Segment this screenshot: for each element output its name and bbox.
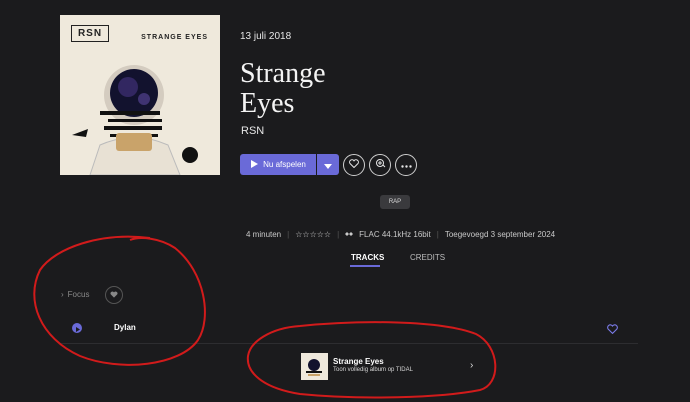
- chevron-right-icon: ›: [61, 290, 64, 299]
- album-title-line2: Eyes: [240, 88, 295, 119]
- album-title: Strange Eyes: [240, 59, 326, 119]
- chevron-right-icon: ›: [470, 360, 474, 371]
- tidal-album-title: Strange Eyes: [333, 357, 384, 366]
- date-added: Toegevoegd 3 september 2024: [444, 230, 556, 239]
- play-now-label: Nu afspelen: [263, 160, 306, 169]
- track-play-button[interactable]: [72, 323, 82, 333]
- rating-stars[interactable]: ☆☆☆☆☆: [295, 230, 331, 239]
- heart-icon: [349, 159, 359, 171]
- album-title-line1: Strange: [240, 58, 326, 89]
- play-icon: [250, 159, 259, 170]
- separator: |: [337, 230, 340, 239]
- add-to-playlist-icon: [375, 158, 386, 172]
- track-title[interactable]: Dylan: [114, 323, 136, 332]
- separator: |: [287, 230, 290, 239]
- chevron-down-icon: [324, 156, 332, 174]
- heart-icon: [110, 291, 118, 300]
- focus-favorite-button[interactable]: [105, 286, 123, 304]
- genre-badge[interactable]: RAP: [380, 195, 410, 209]
- play-options-dropdown[interactable]: [317, 154, 339, 175]
- release-date: 13 juli 2018: [240, 31, 292, 42]
- cover-astronaut-illustration: [72, 65, 198, 175]
- audio-quality: FLAC 44.1kHz 16bit: [359, 230, 431, 239]
- tab-tracks[interactable]: TRACKS: [351, 253, 384, 262]
- add-to-playlist-button[interactable]: [369, 154, 391, 176]
- focus-toggle[interactable]: › Focus: [61, 290, 89, 299]
- focus-label: Focus: [67, 290, 90, 299]
- tidal-album-thumbnail: [301, 353, 328, 380]
- track-row[interactable]: [60, 313, 638, 344]
- more-icon: [400, 160, 412, 171]
- active-tab-indicator: [350, 265, 380, 267]
- album-cover: RSN STRANGE EYES: [60, 15, 220, 175]
- play-now-button[interactable]: Nu afspelen: [240, 154, 316, 175]
- heart-icon: [607, 321, 618, 338]
- duration: 4 minuten: [246, 230, 282, 239]
- artist-link[interactable]: RSN: [241, 125, 264, 137]
- separator: |: [436, 230, 439, 239]
- tidal-album-subtitle: Toon volledig album op TIDAL: [333, 367, 413, 373]
- favorite-button[interactable]: [343, 154, 365, 176]
- quality-icon: [345, 230, 354, 239]
- album-info-row: 4 minuten | ☆☆☆☆☆ | FLAC 44.1kHz 16bit |…: [246, 230, 555, 239]
- play-icon: [75, 319, 80, 337]
- track-favorite-button[interactable]: [607, 321, 618, 339]
- tab-credits[interactable]: CREDITS: [410, 253, 445, 262]
- more-options-button[interactable]: [395, 154, 417, 176]
